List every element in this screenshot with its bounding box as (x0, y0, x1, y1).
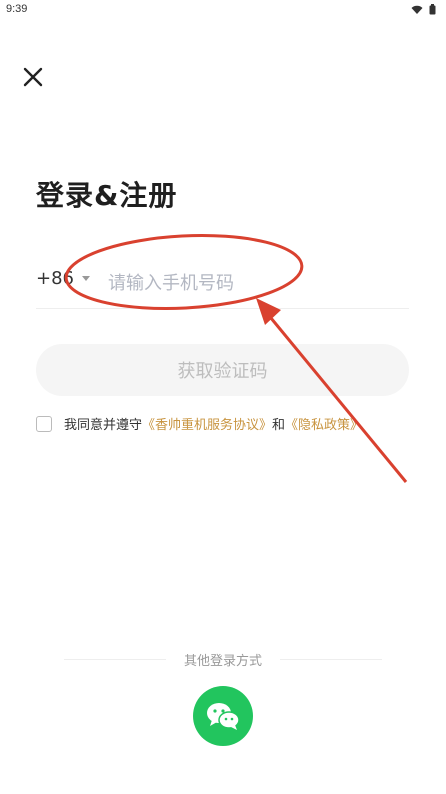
phone-row: +86 (36, 262, 409, 309)
annotation-arrow-line (264, 311, 408, 483)
agreement-row: 我同意并遵守 《香帅重机服务协议》 和 《隐私政策》 (36, 414, 363, 433)
annotation-overlay (64, 234, 408, 483)
country-code-selector[interactable]: +86 (36, 268, 90, 289)
agreement-prefix: 我同意并遵守 (64, 418, 143, 433)
battery-icon (429, 4, 436, 15)
country-code-label: +86 (36, 268, 74, 289)
chevron-down-icon (82, 276, 90, 281)
divider-line-right (280, 659, 382, 660)
page-title: 登录&注册 (36, 179, 178, 212)
status-icons (411, 4, 436, 15)
phone-input[interactable] (106, 262, 400, 304)
privacy-policy-link[interactable]: 《隐私政策》 (285, 414, 363, 433)
agreement-conjunction: 和 (272, 418, 286, 433)
wechat-icon (207, 703, 240, 730)
wechat-login-button[interactable] (193, 686, 253, 746)
close-icon (23, 67, 43, 87)
get-code-button[interactable]: 获取验证码 (36, 344, 409, 396)
close-button[interactable] (18, 62, 48, 92)
service-agreement-link[interactable]: 《香帅重机服务协议》 (142, 414, 272, 433)
other-login-divider: 其他登录方式 (64, 650, 382, 670)
status-time: 9:39 (6, 3, 28, 15)
agreement-checkbox[interactable] (36, 415, 52, 432)
wifi-icon (411, 5, 423, 14)
status-bar: 9:39 (0, 0, 446, 22)
